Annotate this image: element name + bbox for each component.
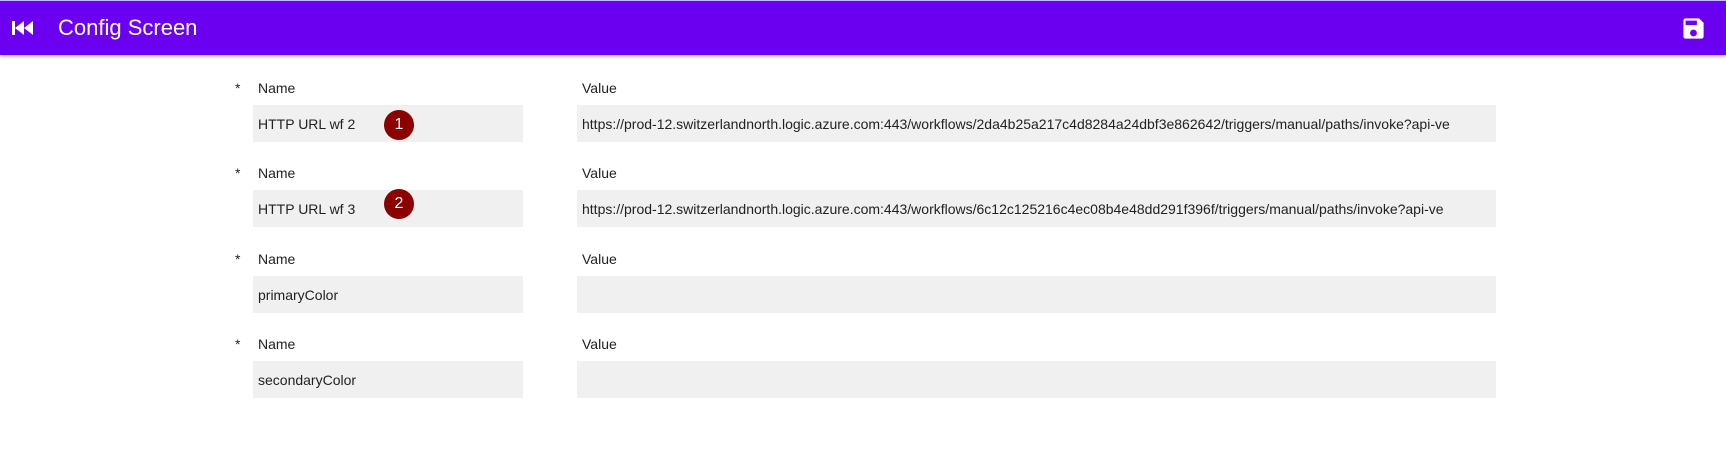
config-row: * Name Value — [0, 336, 1726, 416]
value-label: Value — [582, 336, 617, 352]
required-mark: * — [235, 80, 241, 96]
required-mark: * — [235, 165, 241, 181]
value-label: Value — [582, 165, 617, 181]
save-button[interactable] — [1680, 15, 1707, 42]
value-label: Value — [582, 251, 617, 267]
value-input[interactable] — [577, 190, 1496, 227]
step-badge: 1 — [384, 110, 414, 140]
page-title: Config Screen — [58, 15, 198, 40]
name-label: Name — [258, 251, 296, 267]
config-row: * Name Value 1 — [0, 80, 1726, 160]
value-input[interactable] — [577, 105, 1496, 142]
step-badge: 2 — [384, 189, 414, 219]
name-label: Name — [258, 165, 296, 181]
config-row: * Name Value 2 — [0, 165, 1726, 245]
app-header: Config Screen — [0, 0, 1726, 55]
name-input[interactable] — [253, 276, 523, 313]
save-floppy-icon — [1683, 18, 1704, 39]
value-input[interactable] — [577, 276, 1496, 313]
name-input[interactable] — [253, 361, 523, 398]
config-row: * Name Value — [0, 251, 1726, 331]
value-input[interactable] — [577, 361, 1496, 398]
required-mark: * — [235, 251, 241, 267]
name-label: Name — [258, 80, 296, 96]
required-mark: * — [235, 336, 241, 352]
name-label: Name — [258, 336, 296, 352]
skip-previous-icon — [12, 21, 33, 35]
value-label: Value — [582, 80, 617, 96]
back-button[interactable] — [10, 16, 36, 40]
